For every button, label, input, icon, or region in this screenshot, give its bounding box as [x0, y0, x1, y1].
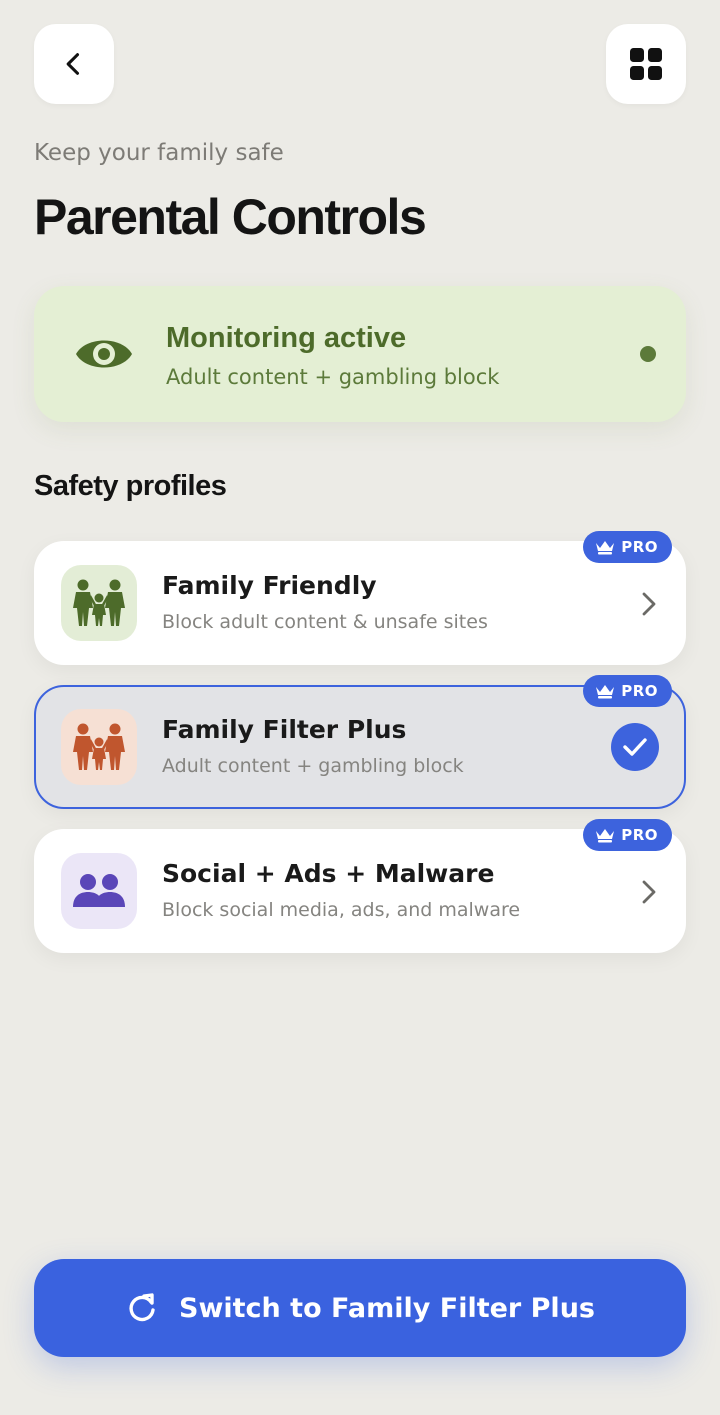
- profile-card-family-filter-plus[interactable]: Family Filter Plus Adult content + gambl…: [34, 675, 686, 809]
- pro-badge: PRO: [583, 531, 672, 563]
- selected-check: [611, 723, 659, 771]
- profile-card-social-ads-malware[interactable]: Social + Ads + Malware Block social medi…: [34, 819, 686, 953]
- pro-badge-label: PRO: [621, 826, 658, 844]
- profile-icon-box: [61, 565, 137, 641]
- profile-description: Adult content + gambling block: [162, 755, 464, 777]
- switch-profile-label: Switch to Family Filter Plus: [179, 1292, 595, 1324]
- grid-icon: [630, 48, 662, 80]
- chevron-right-icon: [642, 592, 656, 616]
- checkmark-icon: [623, 738, 647, 756]
- users-icon: [73, 874, 125, 907]
- eye-icon: [76, 340, 132, 368]
- profile-description: Block adult content & unsafe sites: [162, 611, 488, 633]
- switch-profile-button[interactable]: Switch to Family Filter Plus: [34, 1259, 686, 1357]
- status-title: Monitoring active: [166, 322, 407, 354]
- pro-badge-label: PRO: [621, 538, 658, 556]
- profile-name: Family Filter Plus: [162, 715, 407, 744]
- chevron-left-icon: [66, 53, 80, 75]
- family-icon: [73, 723, 125, 770]
- status-subtitle: Adult content + gambling block: [166, 365, 500, 389]
- section-title: Safety profiles: [34, 470, 227, 502]
- monitoring-status-card: Monitoring active Adult content + gambli…: [34, 286, 686, 422]
- profile-icon-box: [61, 709, 137, 785]
- crown-icon: [596, 541, 615, 555]
- chevron-right-icon: [642, 880, 656, 904]
- crown-icon: [596, 829, 615, 843]
- profile-name: Social + Ads + Malware: [162, 859, 495, 888]
- pro-badge: PRO: [583, 819, 672, 851]
- family-icon: [73, 579, 125, 626]
- parental-controls-screen: Keep your family safe Parental Controls …: [0, 0, 720, 1415]
- refresh-icon: [129, 1293, 155, 1322]
- back-button[interactable]: [34, 24, 114, 104]
- status-indicator-dot: [640, 346, 656, 362]
- profile-name: Family Friendly: [162, 571, 377, 600]
- grid-menu-button[interactable]: [606, 24, 686, 104]
- profile-icon-box: [61, 853, 137, 929]
- pro-badge: PRO: [583, 675, 672, 707]
- profile-description: Block social media, ads, and malware: [162, 899, 521, 921]
- pro-badge-label: PRO: [621, 682, 658, 700]
- page-title: Parental Controls: [34, 189, 427, 245]
- profile-card-family-friendly[interactable]: Family Friendly Block adult content & un…: [34, 531, 686, 665]
- page-subtitle: Keep your family safe: [34, 140, 284, 166]
- crown-icon: [596, 685, 615, 699]
